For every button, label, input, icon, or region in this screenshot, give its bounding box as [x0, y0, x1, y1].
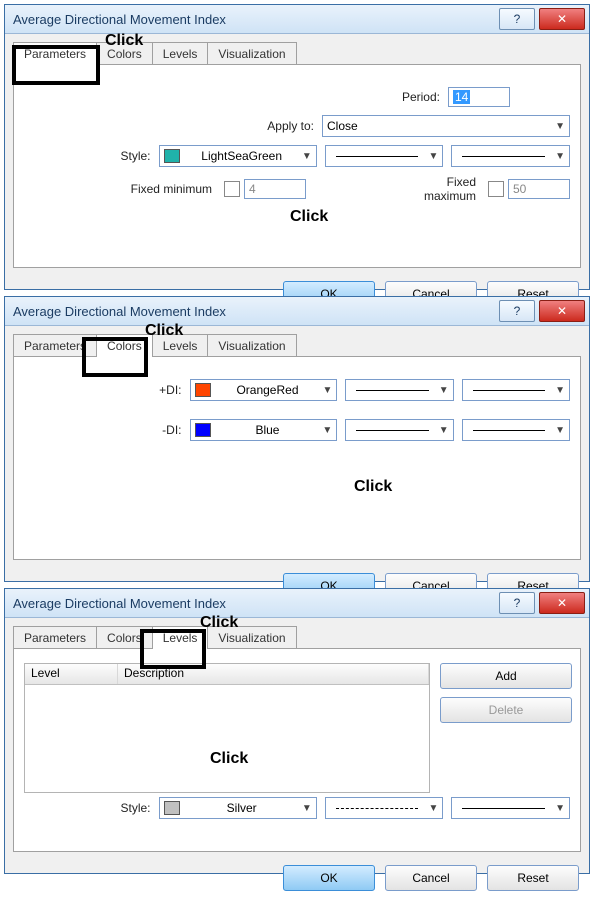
- plus-di-color-select[interactable]: OrangeRed▼: [190, 379, 338, 401]
- ok-button[interactable]: OK: [283, 865, 375, 891]
- tab-visualization[interactable]: Visualization: [207, 626, 296, 649]
- help-button[interactable]: ?: [499, 8, 535, 30]
- window-title: Average Directional Movement Index: [13, 304, 226, 319]
- style-line-select[interactable]: ▼: [325, 145, 444, 167]
- window-title: Average Directional Movement Index: [13, 12, 226, 27]
- tab-colors[interactable]: Colors: [96, 626, 153, 649]
- minus-di-label: -DI:: [24, 423, 190, 437]
- minus-di-color-select[interactable]: Blue▼: [190, 419, 338, 441]
- plus-di-width-select[interactable]: ▼: [462, 379, 570, 401]
- tab-colors[interactable]: Colors: [96, 334, 153, 357]
- help-button[interactable]: ?: [499, 300, 535, 322]
- delete-button[interactable]: Delete: [440, 697, 572, 723]
- style-label: Style:: [24, 149, 159, 163]
- style-color-select[interactable]: LightSeaGreen ▼: [159, 145, 317, 167]
- style-label: Style:: [24, 801, 159, 815]
- style-width-select[interactable]: ▼: [451, 797, 570, 819]
- period-label: Period:: [24, 90, 448, 104]
- fixed-min-label: Fixed minimum: [24, 182, 220, 196]
- apply-label: Apply to:: [24, 119, 322, 133]
- plus-di-line-select[interactable]: ▼: [345, 379, 453, 401]
- close-button[interactable]: ✕: [539, 592, 585, 614]
- tab-levels[interactable]: Levels: [152, 42, 209, 65]
- window-title: Average Directional Movement Index: [13, 596, 226, 611]
- period-input[interactable]: 14: [448, 87, 510, 107]
- reset-button[interactable]: Reset: [487, 865, 579, 891]
- help-button[interactable]: ?: [499, 592, 535, 614]
- levels-col-level: Level: [25, 664, 118, 684]
- minus-di-width-select[interactable]: ▼: [462, 419, 570, 441]
- style-color-select[interactable]: Silver▼: [159, 797, 317, 819]
- levels-col-description: Description: [118, 664, 429, 684]
- fixed-max-label: Fixed maximum: [306, 175, 484, 203]
- close-button[interactable]: ✕: [539, 8, 585, 30]
- tab-parameters[interactable]: Parameters: [13, 334, 97, 357]
- apply-select[interactable]: Close▼: [322, 115, 570, 137]
- tab-parameters[interactable]: Parameters: [13, 42, 97, 65]
- tab-levels[interactable]: Levels: [152, 626, 209, 649]
- add-button[interactable]: Add: [440, 663, 572, 689]
- minus-di-line-select[interactable]: ▼: [345, 419, 453, 441]
- tab-levels[interactable]: Levels: [152, 334, 209, 357]
- fixed-min-input[interactable]: 4: [244, 179, 306, 199]
- style-swatch: [164, 801, 180, 815]
- style-swatch: [164, 149, 180, 163]
- minus-di-swatch: [195, 423, 211, 437]
- plus-di-swatch: [195, 383, 211, 397]
- style-line-select[interactable]: ▼: [325, 797, 444, 819]
- cancel-button[interactable]: Cancel: [385, 865, 477, 891]
- levels-list[interactable]: [25, 685, 429, 791]
- fixed-max-checkbox[interactable]: [488, 181, 504, 197]
- style-width-select[interactable]: ▼: [451, 145, 570, 167]
- close-button[interactable]: ✕: [539, 300, 585, 322]
- tab-parameters[interactable]: Parameters: [13, 626, 97, 649]
- fixed-max-input[interactable]: 50: [508, 179, 570, 199]
- plus-di-label: +DI:: [24, 383, 190, 397]
- fixed-min-checkbox[interactable]: [224, 181, 240, 197]
- tab-visualization[interactable]: Visualization: [207, 42, 296, 65]
- tab-visualization[interactable]: Visualization: [207, 334, 296, 357]
- tab-colors[interactable]: Colors: [96, 42, 153, 65]
